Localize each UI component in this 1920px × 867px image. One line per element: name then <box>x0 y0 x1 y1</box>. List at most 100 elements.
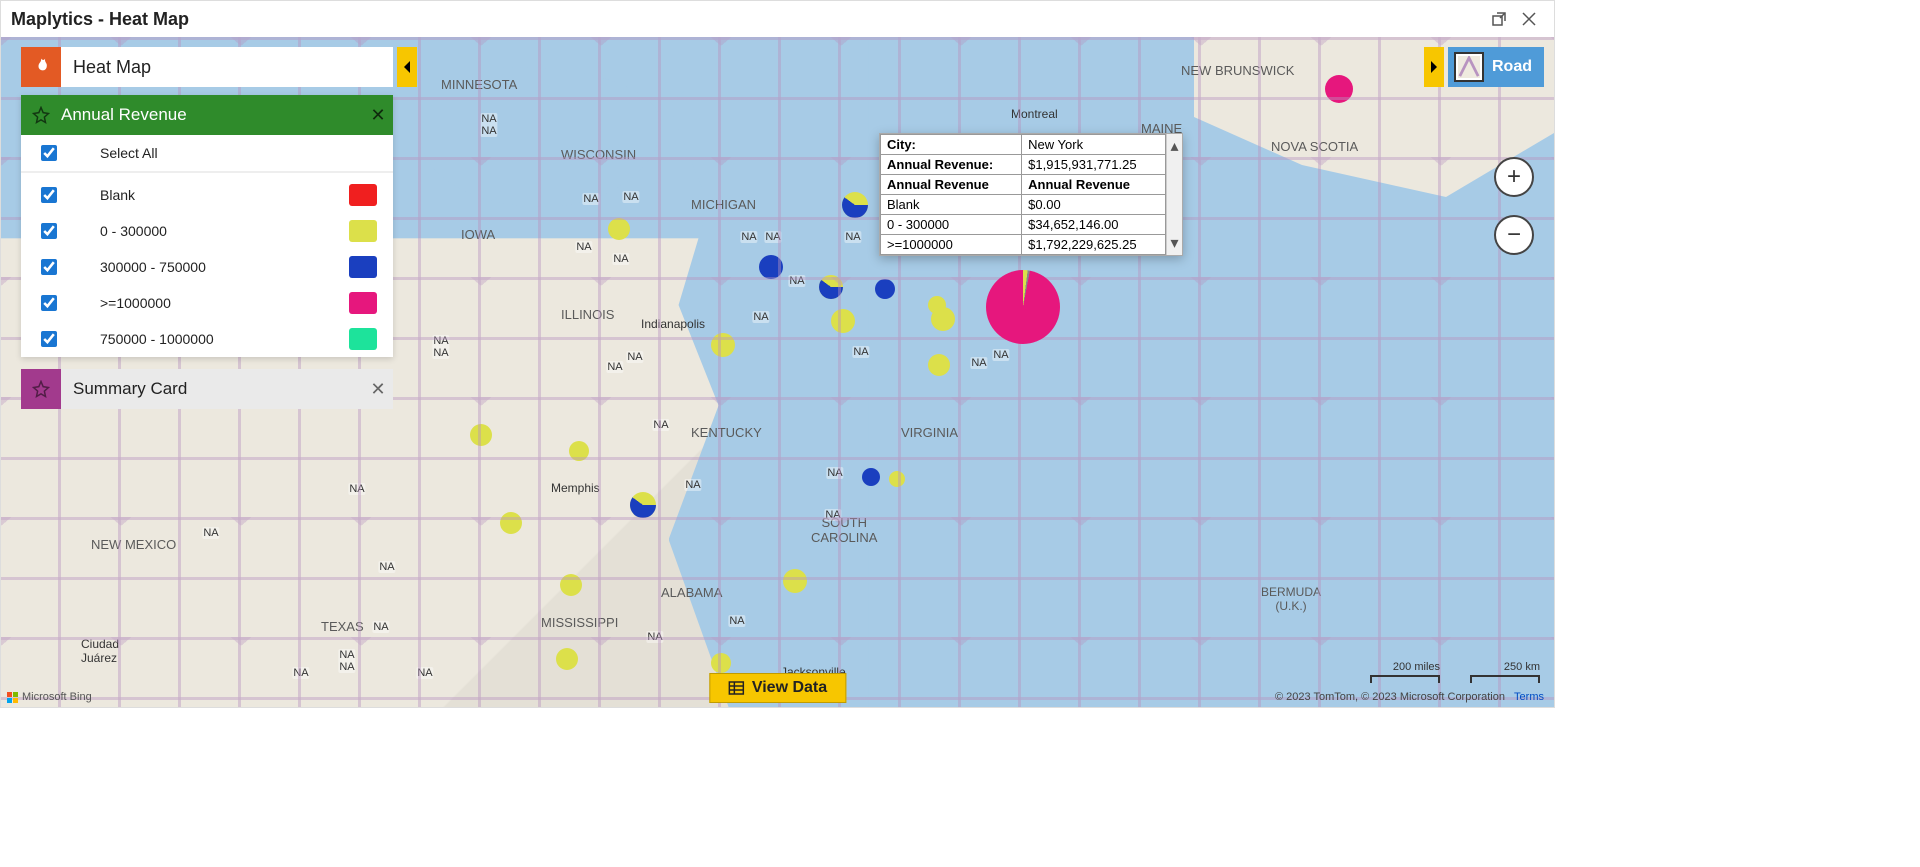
window-close-button[interactable] <box>1514 4 1544 34</box>
heatmap-header[interactable]: Heat Map <box>21 47 393 87</box>
map-marker-new-york[interactable] <box>986 270 1060 344</box>
map-marker[interactable] <box>819 275 843 299</box>
legend-item-label: >=1000000 <box>78 295 331 311</box>
scroll-down-icon[interactable]: ▾ <box>1170 233 1178 253</box>
bing-attribution: Microsoft Bing <box>7 691 92 703</box>
map-label: NEW MEXICO <box>91 537 176 552</box>
summary-close-button[interactable]: ✕ <box>363 379 393 400</box>
map-marker[interactable] <box>1325 75 1353 103</box>
map-label: IOWA <box>461 227 495 242</box>
select-all-label: Select All <box>78 145 377 161</box>
legend-item-label: Blank <box>78 187 331 203</box>
map-marker[interactable] <box>889 471 905 487</box>
view-data-button[interactable]: View Data <box>709 673 846 703</box>
na-marker: NA <box>626 351 643 363</box>
map-marker[interactable] <box>928 354 950 376</box>
tooltip-scrollbar[interactable]: ▴ ▾ <box>1166 134 1182 255</box>
bing-label: Microsoft Bing <box>22 691 92 703</box>
minus-icon: − <box>1507 221 1521 249</box>
map-marker[interactable] <box>470 424 492 446</box>
tooltip-rev-label: Annual Revenue: <box>881 155 1022 175</box>
map-marker[interactable] <box>500 512 522 534</box>
na-marker: NA <box>575 241 592 253</box>
na-marker: NA <box>646 631 663 643</box>
na-marker: NA <box>372 621 389 633</box>
map-marker[interactable] <box>831 309 855 333</box>
map-marker[interactable] <box>630 492 656 518</box>
na-marker: NA <box>612 253 629 265</box>
tooltip-rev-value: $1,915,931,771.25 <box>1022 155 1166 175</box>
tooltip-col2: Annual Revenue <box>1022 175 1166 195</box>
select-all-checkbox[interactable] <box>41 145 57 161</box>
legend-item[interactable]: 300000 - 750000 <box>21 249 393 285</box>
collapse-left-button[interactable] <box>397 47 417 87</box>
map-marker[interactable] <box>931 307 955 331</box>
map-marker[interactable] <box>842 192 868 218</box>
na-marker: NA <box>348 483 365 495</box>
tooltip-card: City: New York Annual Revenue: $1,915,93… <box>879 133 1183 256</box>
legend-item-label: 300000 - 750000 <box>78 259 331 275</box>
zoom-out-button[interactable]: − <box>1494 215 1534 255</box>
legend-header[interactable]: Annual Revenue ✕ <box>21 95 393 135</box>
na-marker: NA <box>202 527 219 539</box>
map-lakes <box>421 67 661 207</box>
heatmap-title: Heat Map <box>73 57 151 78</box>
app-window: Maplytics - Heat Map MINNESOTA WISCONSIN… <box>0 0 1555 708</box>
map-marker[interactable] <box>875 279 895 299</box>
map-marker[interactable] <box>556 648 578 670</box>
tooltip-row: >=1000000 $1,792,229,625.25 <box>881 235 1166 255</box>
legend-checkbox[interactable] <box>41 187 57 203</box>
legend-swatch <box>349 328 377 350</box>
scale-bar: 200 miles 250 km <box>1370 675 1540 683</box>
summary-card-header[interactable]: Summary Card ✕ <box>21 369 393 409</box>
flame-icon <box>21 47 61 87</box>
legend-item[interactable]: 0 - 300000 <box>21 213 393 249</box>
tooltip-city-label: City: <box>881 135 1022 155</box>
map-marker[interactable] <box>759 255 783 279</box>
legend-close-button[interactable]: ✕ <box>363 105 393 126</box>
na-marker: NA <box>416 667 433 679</box>
tooltip-city-value: New York <box>1022 135 1166 155</box>
tooltip-row: 0 - 300000 $34,652,146.00 <box>881 215 1166 235</box>
map-marker[interactable] <box>711 653 731 673</box>
legend-item[interactable]: >=1000000 <box>21 285 393 321</box>
window-pop-out-button[interactable] <box>1484 4 1514 34</box>
side-panel: Heat Map Annual Revenue ✕ Select All <box>21 47 393 409</box>
na-marker: NANA <box>338 649 355 673</box>
chevron-right-icon <box>1428 59 1440 75</box>
map-marker[interactable] <box>783 569 807 593</box>
star-icon <box>21 369 61 409</box>
map-label: Memphis <box>551 481 600 495</box>
collapse-right-button[interactable] <box>1424 47 1444 87</box>
legend-checkbox[interactable] <box>41 331 57 347</box>
legend-panel: Annual Revenue ✕ Select All Blank 0 - 30… <box>21 95 393 357</box>
legend-checkbox[interactable] <box>41 223 57 239</box>
map-label: TEXAS <box>321 619 364 634</box>
map-type-button[interactable]: Road <box>1448 47 1544 87</box>
na-marker: NA <box>652 419 669 431</box>
legend-swatch <box>349 220 377 242</box>
legend-checkbox[interactable] <box>41 259 57 275</box>
map-marker[interactable] <box>711 333 735 357</box>
map-credits: © 2023 TomTom, © 2023 Microsoft Corporat… <box>1275 691 1544 703</box>
legend-checkbox[interactable] <box>41 295 57 311</box>
legend-select-all[interactable]: Select All <box>21 135 393 171</box>
view-data-label: View Data <box>752 679 827 697</box>
tooltip-row: Blank $0.00 <box>881 195 1166 215</box>
map-marker[interactable] <box>569 441 589 461</box>
legend-item[interactable]: 750000 - 1000000 <box>21 321 393 357</box>
terms-link[interactable]: Terms <box>1514 691 1544 703</box>
na-marker: NA <box>622 191 639 203</box>
legend-item[interactable]: Blank <box>21 177 393 213</box>
map-marker[interactable] <box>862 468 880 486</box>
scroll-up-icon[interactable]: ▴ <box>1170 136 1178 156</box>
map-marker[interactable] <box>560 574 582 596</box>
map-marker[interactable] <box>608 218 630 240</box>
map-type-label: Road <box>1492 58 1532 76</box>
zoom-in-button[interactable]: + <box>1494 157 1534 197</box>
title-bar: Maplytics - Heat Map <box>1 1 1554 37</box>
na-marker: NA <box>378 561 395 573</box>
window-title: Maplytics - Heat Map <box>11 9 189 30</box>
plus-icon: + <box>1507 163 1521 191</box>
na-marker: NA <box>292 667 309 679</box>
